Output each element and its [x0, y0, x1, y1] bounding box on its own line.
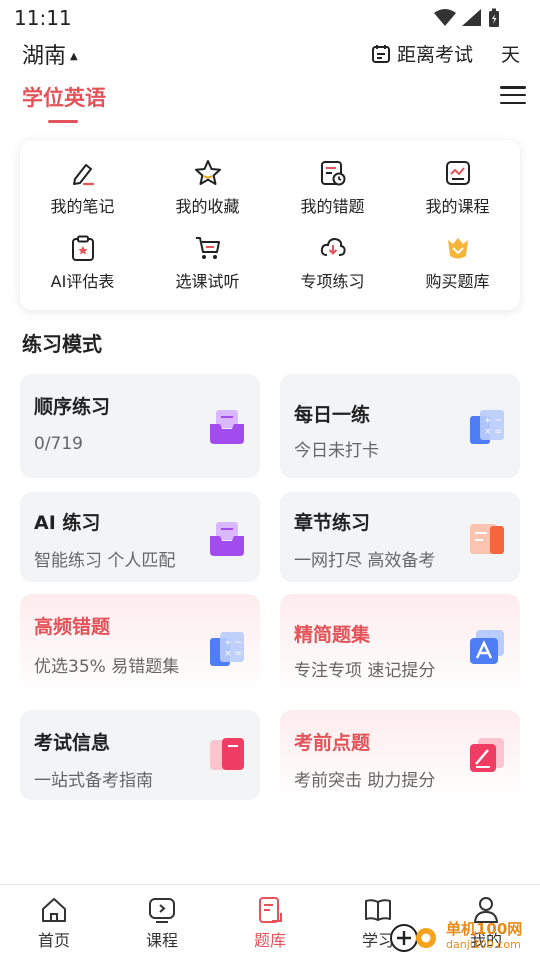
nav-courses[interactable]: 课程 — [108, 885, 216, 960]
crown-badge-icon — [447, 237, 468, 258]
svg-text:× =: × = — [484, 427, 502, 437]
svg-text:+ −: + − — [484, 416, 502, 426]
orange-book-icon — [470, 524, 504, 554]
shortcut-label: 我的课程 — [425, 196, 490, 216]
region-label: 湖南 — [22, 44, 67, 69]
mode-subtitle: 一站式备考指南 — [34, 771, 153, 791]
shortcut-special-practice[interactable]: 专项练习 — [270, 225, 395, 300]
header: 湖南 ▲ 距离考试 天 — [0, 36, 540, 72]
shortcut-my-notes[interactable]: 我的笔记 — [20, 150, 145, 225]
nav-label: 课程 — [145, 931, 178, 950]
shortcut-label: 选课试听 — [175, 271, 240, 291]
course-chart-icon — [445, 160, 470, 185]
blue-calculator-icon: + −× = — [470, 410, 504, 444]
star-icon — [194, 159, 221, 185]
play-video-icon — [149, 898, 175, 923]
shortcut-label: AI评估表 — [50, 271, 115, 291]
mode-title: AI 练习 — [34, 512, 101, 534]
shortcut-label: 我的收藏 — [175, 196, 240, 216]
mode-title: 每日一练 — [294, 404, 371, 426]
mode-subtitle: 一网打尽 高效备考 — [294, 551, 436, 571]
mode-ai-practice[interactable]: AI 练习 智能练习 个人匹配 — [20, 492, 260, 582]
mode-pre-exam-tips[interactable]: 考前点题 考前突击 助力提分 — [280, 710, 520, 800]
shortcut-my-favorites[interactable]: 我的收藏 — [145, 150, 270, 225]
mode-daily-practice[interactable]: 每日一练 今日未打卡 + − × = — [280, 374, 520, 478]
question-bank-icon — [259, 897, 282, 923]
mode-title: 考试信息 — [34, 732, 111, 754]
purple-inbox-icon — [210, 410, 244, 444]
mode-subtitle: 0/719 — [34, 434, 83, 454]
mode-subtitle: 今日未打卡 — [294, 441, 379, 461]
mode-subtitle: 考前突击 助力提分 — [294, 771, 436, 791]
shortcut-label: 购买题库 — [425, 271, 490, 291]
countdown-label: 距离考试 — [396, 44, 473, 66]
shortcut-ai-assessment[interactable]: AI评估表 — [20, 225, 145, 300]
mode-title: 顺序练习 — [34, 396, 111, 418]
shortcut-trial-course[interactable]: 选课试听 — [145, 225, 270, 300]
book-open-icon — [365, 899, 391, 921]
battery-icon — [489, 8, 499, 27]
region-selector[interactable]: 湖南 ▲ — [22, 38, 78, 70]
purple-inbox-icon — [210, 522, 244, 556]
nav-question-bank[interactable]: 题库 — [216, 885, 324, 960]
shortcut-label: 专项练习 — [300, 271, 365, 291]
watermark-url: danji100.com — [446, 938, 521, 951]
shortcut-my-courses[interactable]: 我的课程 — [395, 150, 520, 225]
shortcut-buy-question-bank[interactable]: 购买题库 — [395, 225, 520, 300]
caret-down-icon: ▲ — [70, 50, 78, 62]
status-icons — [434, 8, 500, 28]
pink-pencil-icon — [470, 738, 504, 772]
shortcut-label: 我的笔记 — [50, 196, 115, 216]
svg-text:+ −: + − — [224, 638, 242, 648]
mode-exam-info[interactable]: 考试信息 一站式备考指南 — [20, 710, 260, 800]
tab-indicator — [48, 120, 78, 123]
subject-tabbar: 学位英语 — [0, 78, 540, 128]
note-edit-icon — [72, 163, 94, 185]
blue-app-icon — [470, 630, 504, 664]
practice-mode-title: 练习模式 — [22, 332, 102, 356]
svg-text:× =: × = — [224, 649, 242, 659]
watermark-text: 单机100网 — [446, 920, 523, 938]
exam-countdown[interactable]: 距离考试 天 — [371, 40, 520, 67]
mode-chapter-practice[interactable]: 章节练习 一网打尽 高效备考 — [280, 492, 520, 582]
cloud-download-icon — [320, 237, 346, 256]
mode-subtitle: 专注专项 速记提分 — [294, 661, 436, 681]
nav-home[interactable]: 首页 — [0, 885, 108, 960]
mode-frequent-errors[interactable]: 高频错题 优选35% 易错题集 + − × = — [20, 594, 260, 694]
pink-book-icon — [210, 738, 244, 770]
shortcut-label: 我的错题 — [300, 196, 365, 216]
cart-icon — [195, 236, 220, 259]
status-bar: 11:11 — [0, 0, 540, 36]
blue-calculator-icon: + −× = — [210, 632, 244, 666]
error-record-icon — [320, 160, 345, 185]
mode-title: 精简题集 — [294, 624, 371, 646]
calendar-icon — [371, 44, 390, 63]
nav-label: 首页 — [37, 931, 70, 950]
mode-sequential-practice[interactable]: 顺序练习 0/719 — [20, 374, 260, 478]
status-time: 11:11 — [14, 6, 72, 30]
shortcut-panel: 我的笔记 我的收藏 我的错题 我的课程 AI评估表 选课试听 专项练习 购买题库 — [20, 140, 520, 310]
mode-title: 考前点题 — [294, 732, 371, 754]
mode-title: 章节练习 — [294, 512, 371, 534]
shortcut-my-errors[interactable]: 我的错题 — [270, 150, 395, 225]
mode-subtitle: 优选35% 易错题集 — [34, 657, 180, 677]
wifi-icon — [434, 9, 456, 26]
site-watermark: 单机100网 danji100.com — [390, 916, 540, 960]
signal-icon — [462, 9, 481, 26]
home-icon — [42, 898, 66, 922]
clipboard-icon — [71, 235, 94, 261]
menu-icon[interactable] — [500, 84, 526, 106]
countdown-unit: 天 — [500, 44, 520, 66]
nav-label: 题库 — [253, 931, 286, 950]
watermark-logo-icon — [390, 924, 436, 952]
subject-tab[interactable]: 学位英语 — [22, 82, 106, 112]
mode-subtitle: 智能练习 个人匹配 — [34, 551, 176, 571]
mode-title: 高频错题 — [34, 616, 111, 638]
mode-condensed-set[interactable]: 精简题集 专注专项 速记提分 — [280, 594, 520, 694]
